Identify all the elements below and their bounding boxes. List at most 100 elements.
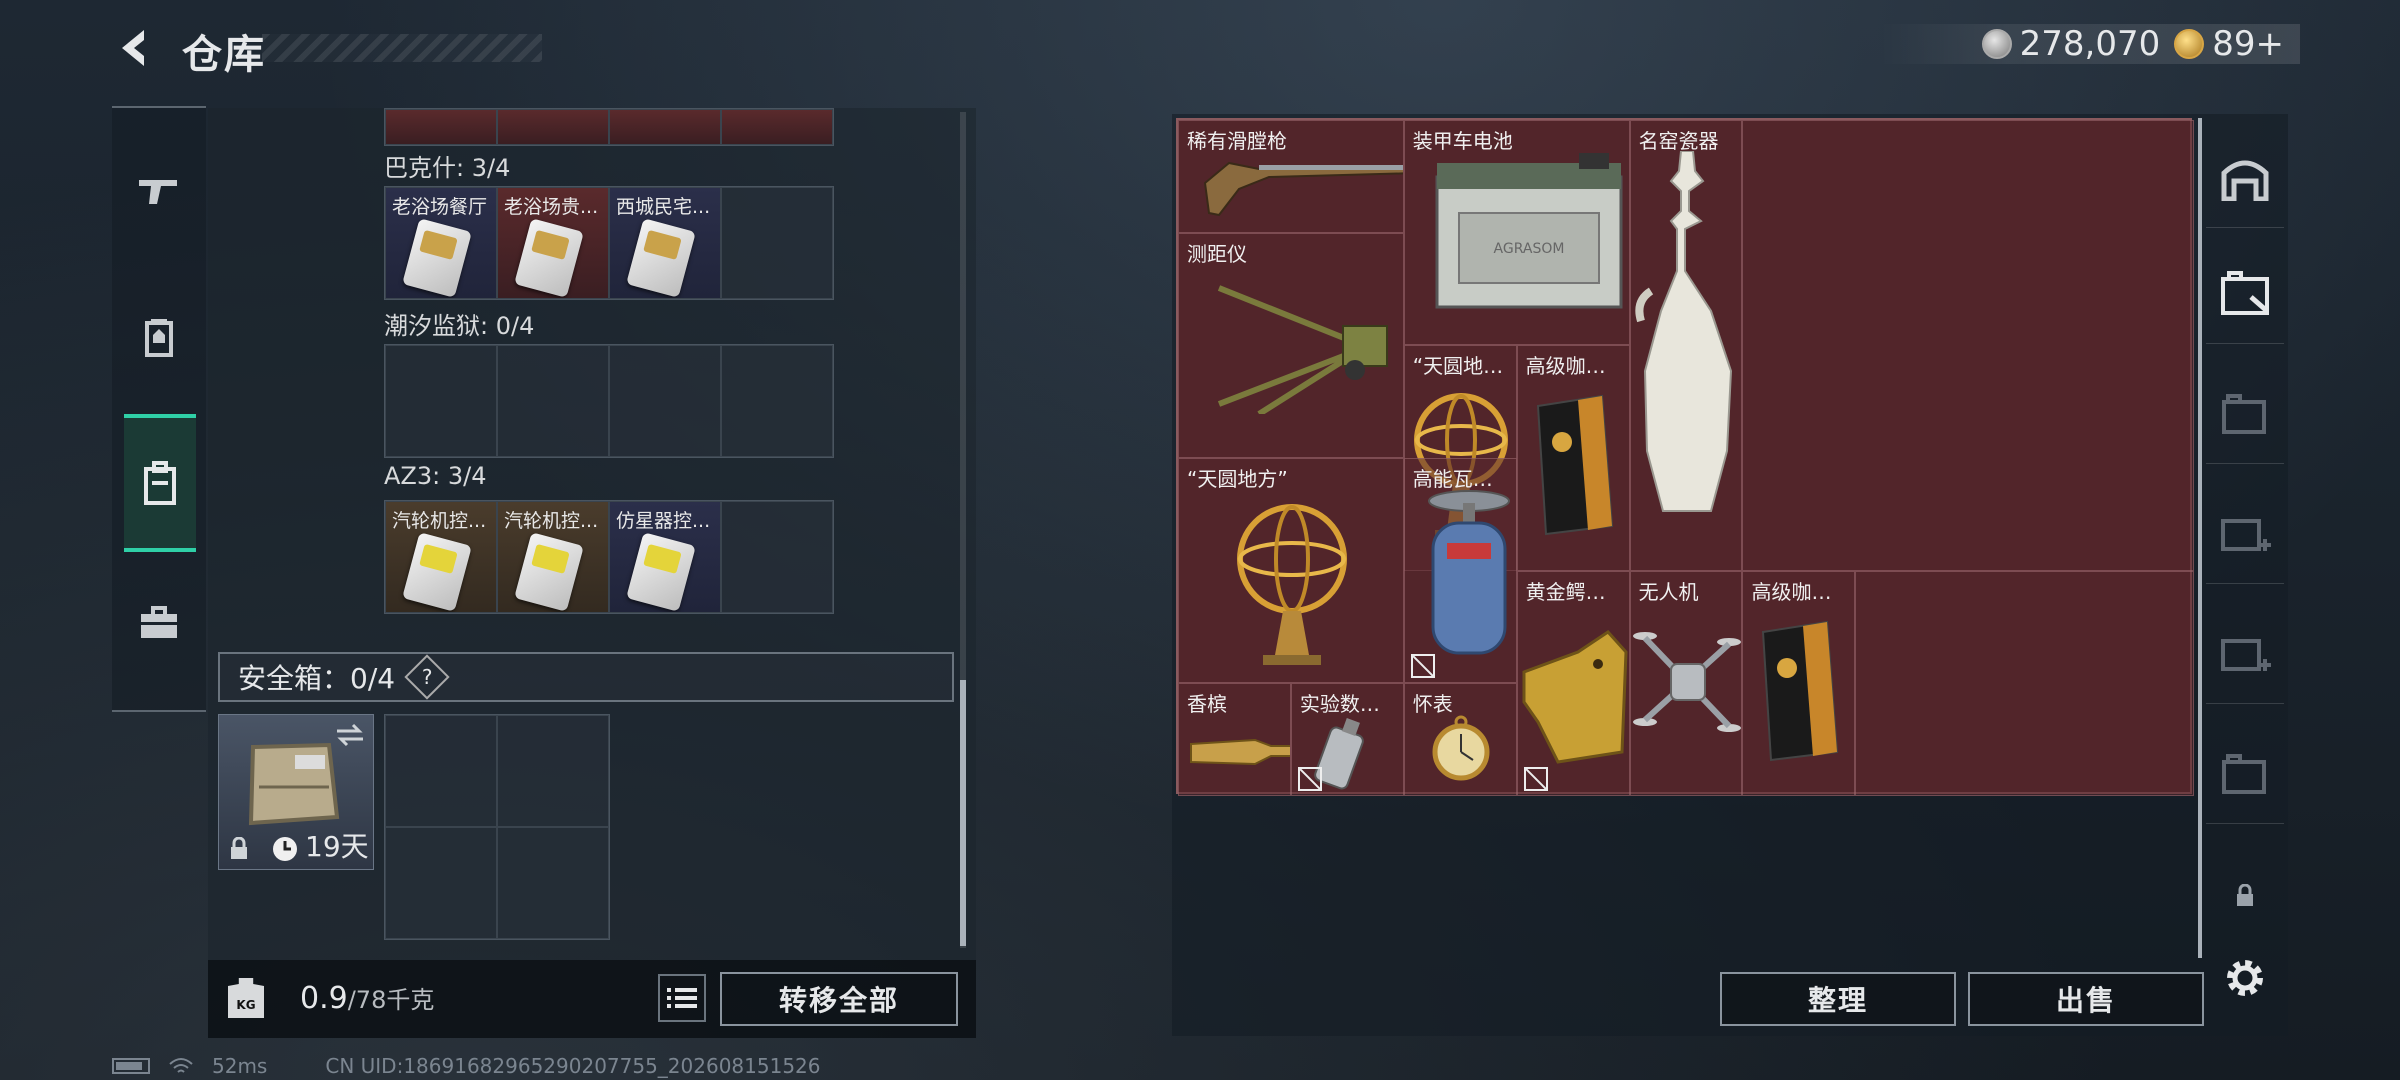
battery-icon — [112, 1058, 150, 1074]
clock-icon — [273, 837, 297, 861]
grid-cell[interactable] — [497, 109, 609, 145]
silver-coin-icon — [1981, 29, 2012, 59]
stash-item-porcelain[interactable]: 名窑瓷器 — [1629, 120, 1743, 571]
empty-slot[interactable] — [721, 187, 833, 299]
stash-tab-3[interactable] — [2206, 364, 2284, 464]
empty-slot[interactable] — [385, 715, 497, 827]
empty-slot[interactable] — [385, 827, 497, 939]
stash-item-rifle[interactable]: 稀有滑膛枪 — [1178, 120, 1404, 233]
title-decoration — [262, 34, 542, 62]
pocket-watch-icon — [1432, 715, 1490, 781]
collection-label-bakshi: 巴克什: 3/4 — [384, 154, 511, 182]
sell-button[interactable]: 出售 — [1968, 972, 2204, 1026]
grid-cell[interactable] — [385, 109, 497, 145]
stash-tab-add-1[interactable] — [2206, 484, 2284, 584]
safe-case-icon — [248, 742, 340, 826]
toolbox-icon — [141, 606, 177, 638]
silver-currency[interactable]: 278,070 — [1981, 24, 2160, 64]
stash-tab-6[interactable] — [2206, 724, 2284, 824]
safe-case-item[interactable]: 19天 — [218, 714, 374, 870]
weight-readout: 0.9/78千克 — [300, 980, 434, 1016]
keycard-item[interactable]: 仿星器控... — [609, 501, 721, 613]
empty-slot[interactable] — [721, 345, 833, 457]
gold-amount: 89+ — [2212, 24, 2284, 64]
gold-currency[interactable]: 89+ — [2174, 24, 2284, 64]
keycard-icon — [514, 218, 584, 298]
stash-tab-add-2[interactable] — [2206, 604, 2284, 704]
chevron-left-icon — [122, 30, 144, 66]
transfer-all-button[interactable]: 转移全部 — [720, 972, 958, 1026]
coffee-bag-icon — [1536, 395, 1613, 536]
safe-box-label: 安全箱：0/4 — [238, 662, 396, 695]
stash-grid: 稀有滑膛枪 装甲车电池 AGRASOM 名窑瓷器 测距仪 “天圆地方” 高级咖啡… — [1176, 118, 2195, 796]
nav-weapons[interactable] — [112, 144, 206, 238]
stash-item-coffee[interactable]: 高级咖啡豆 — [1742, 570, 1856, 796]
safe-timer: 19天 — [305, 830, 369, 863]
empty-stash-area[interactable] — [1742, 120, 2195, 571]
nav-armor[interactable] — [112, 292, 206, 386]
stash-item-gas-canister[interactable]: 高能瓦斯罐 — [1403, 457, 1517, 684]
backpack-icon — [144, 461, 176, 505]
empty-slot[interactable] — [497, 345, 609, 457]
keycard-icon — [626, 532, 696, 612]
no-sell-icon — [1410, 654, 1435, 679]
armor-icon — [145, 319, 173, 357]
empty-slot[interactable] — [497, 715, 609, 827]
drone-icon — [1632, 631, 1741, 732]
grid-cell[interactable] — [721, 109, 833, 145]
inventory-scroll-thumb[interactable] — [960, 680, 966, 946]
no-sell-icon — [1523, 766, 1548, 791]
empty-slot[interactable] — [721, 501, 833, 613]
keycard-item[interactable]: 老浴场餐厅 — [385, 187, 497, 299]
safe-box-grid — [384, 714, 610, 940]
stash-item-battery[interactable]: 装甲车电池 AGRASOM — [1403, 120, 1630, 346]
grid-cell[interactable] — [609, 109, 721, 145]
champagne-bottle-icon — [1190, 739, 1290, 766]
safe-box-header: 安全箱：0/4 ? — [218, 652, 954, 702]
stash-item-rangefinder[interactable]: 测距仪 — [1178, 232, 1404, 458]
wifi-icon — [169, 1058, 193, 1073]
keycard-icon — [626, 218, 696, 298]
stash-item-globe[interactable]: “天圆地方” — [1178, 457, 1404, 684]
ping-readout: 52ms — [212, 1054, 268, 1078]
keycard-icon — [402, 218, 472, 298]
keycard-icon — [514, 532, 584, 612]
gun-icon — [139, 180, 177, 204]
keycard-icon — [402, 532, 472, 612]
list-view-button[interactable] — [658, 974, 706, 1022]
stash-item-gold-croc[interactable]: 黄金鳄鱼头 — [1516, 570, 1630, 796]
keycard-item[interactable]: 老浴场贵... — [497, 187, 609, 299]
lock-icon — [231, 837, 247, 859]
stash-item-pocket-watch[interactable]: 怀表 — [1403, 683, 1517, 796]
stash-item-drone[interactable]: 无人机 — [1629, 570, 1743, 796]
keycard-item[interactable]: 汽轮机控... — [497, 501, 609, 613]
list-icon — [667, 988, 697, 1008]
stash-item-experiment-data[interactable]: 实验数据... — [1290, 683, 1404, 796]
stash-tab-collection[interactable] — [2206, 244, 2284, 344]
nav-backpack[interactable] — [124, 414, 196, 552]
stash-tab-main[interactable] — [2206, 128, 2284, 228]
back-button[interactable] — [112, 26, 156, 70]
stash-item-coffee[interactable]: 高级咖啡豆 — [1516, 345, 1630, 571]
warehouse-icon — [2221, 160, 2269, 201]
stash-item-champagne[interactable]: 香槟 — [1178, 683, 1291, 796]
empty-stash-area[interactable] — [1855, 570, 2195, 796]
keycard-item[interactable]: 西城民宅... — [609, 187, 721, 299]
coffee-bag-icon — [1762, 620, 1839, 761]
lock-icon — [2237, 884, 2253, 906]
empty-slot[interactable] — [609, 345, 721, 457]
gold-coin-icon — [2174, 29, 2205, 59]
nav-toolbox[interactable] — [112, 576, 206, 670]
stash-scrollbar[interactable] — [2198, 118, 2202, 958]
keycard-item[interactable]: 汽轮机控... — [385, 501, 497, 613]
collection-grid-bakshi: 老浴场餐厅 老浴场贵... 西城民宅... — [384, 186, 834, 300]
collection-box-icon — [2221, 270, 2269, 315]
partial-collection-grid — [384, 108, 834, 146]
empty-slot[interactable] — [385, 345, 497, 457]
empty-slot[interactable] — [497, 827, 609, 939]
help-button[interactable]: ? — [404, 654, 450, 700]
collection-grid-prison — [384, 344, 834, 458]
vase-icon — [1634, 151, 1732, 512]
organize-button[interactable]: 整理 — [1720, 972, 1956, 1026]
settings-button[interactable] — [2206, 928, 2284, 1028]
